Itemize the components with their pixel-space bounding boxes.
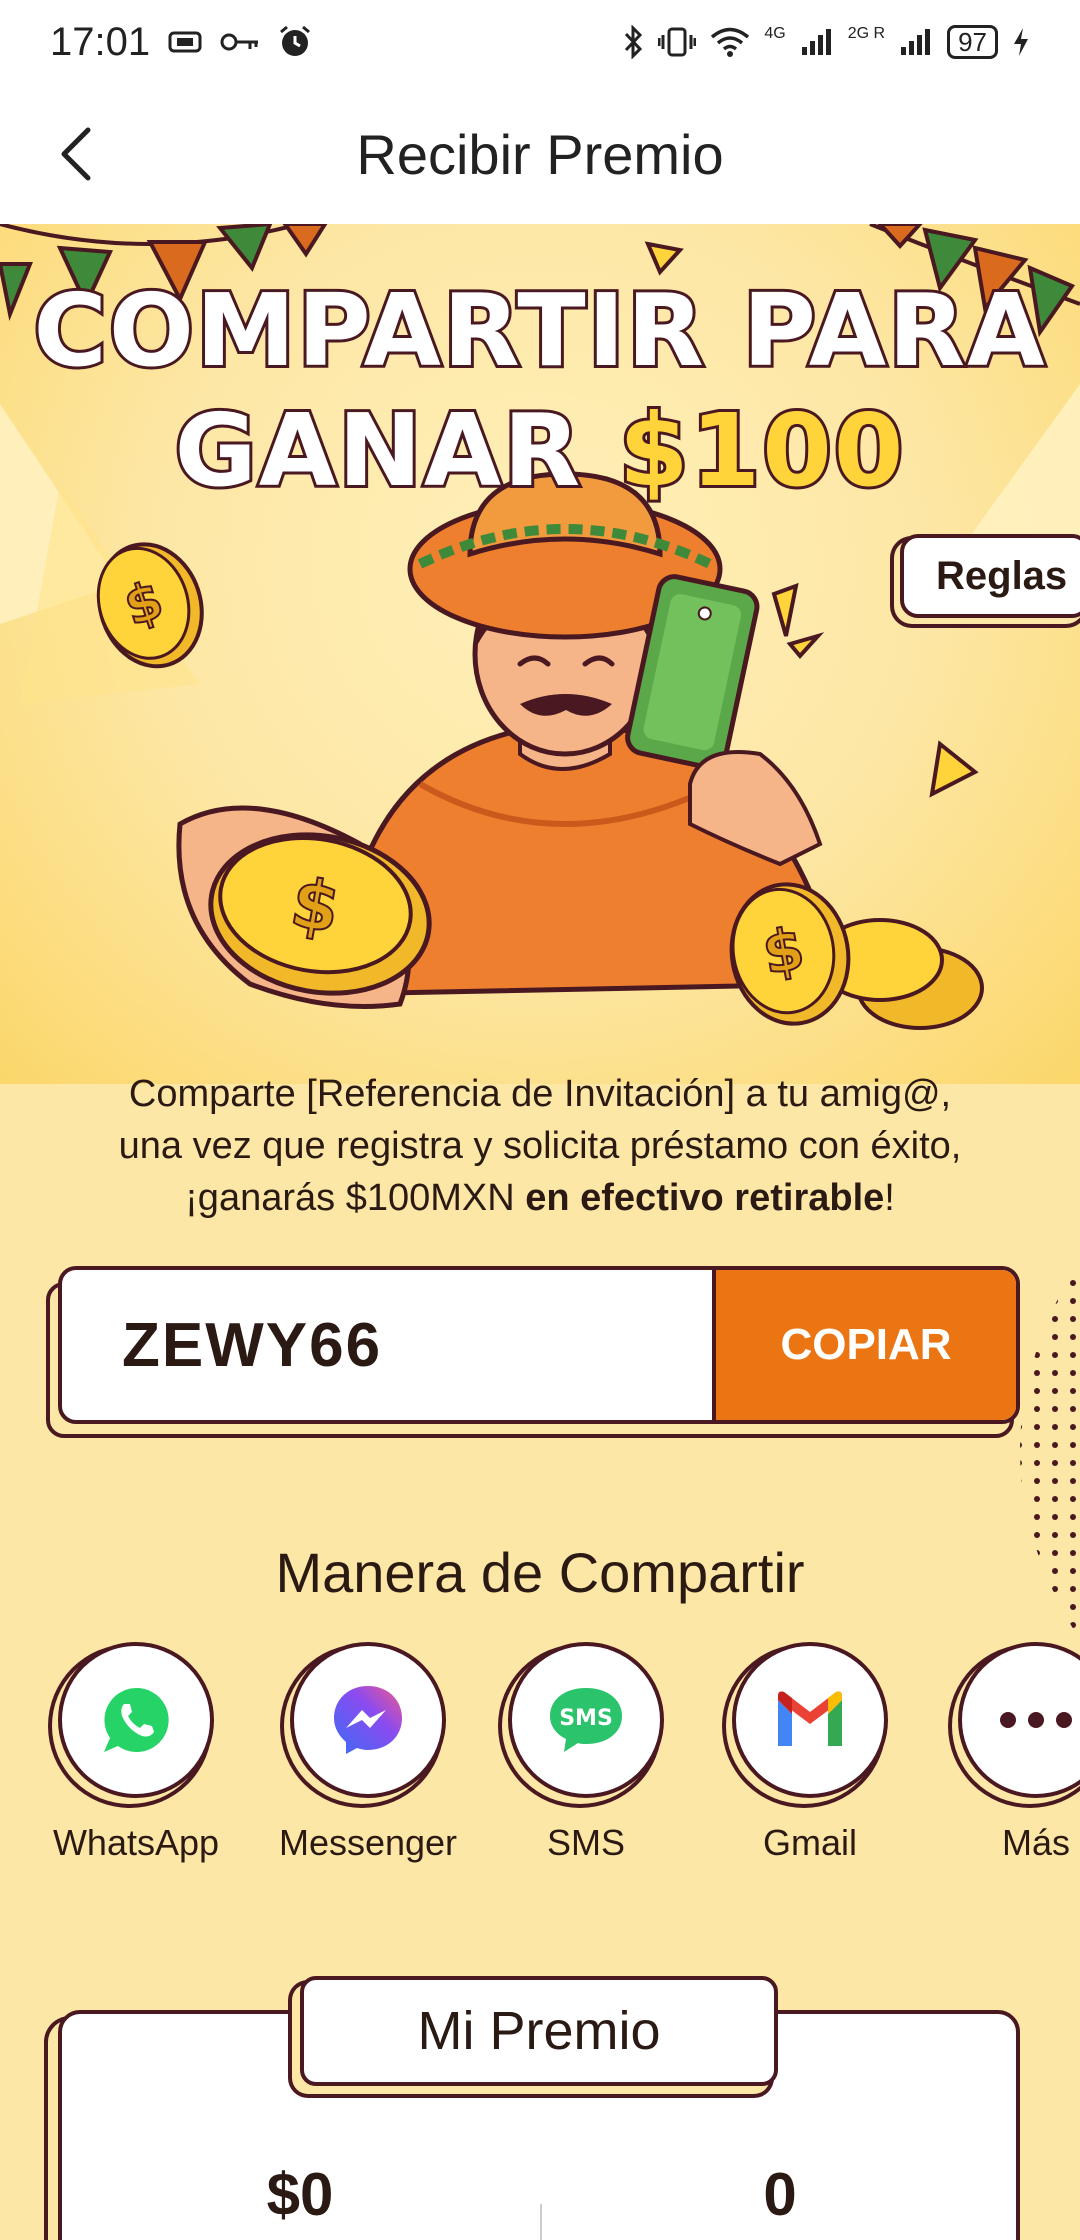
svg-text:SMS: SMS (559, 1706, 613, 1731)
hero-title-prefix: GANAR (172, 389, 584, 512)
share-sms-button[interactable]: SMS SMS (476, 1642, 696, 1864)
share-gmail-button[interactable]: Gmail (700, 1642, 920, 1864)
description-line2: una vez que registra y solicita préstamo… (118, 1125, 962, 1167)
rules-button[interactable]: Reglas (900, 534, 1080, 618)
prize-title: Mi Premio (300, 1976, 778, 2086)
sim-card-icon (168, 31, 202, 53)
chevron-left-icon (61, 127, 91, 181)
wifi-icon (711, 27, 750, 57)
status-bar: 17:01 4G 2G R 97 (0, 0, 1080, 84)
more-icon (1000, 1712, 1072, 1728)
gmail-icon (778, 1691, 842, 1746)
page-title: Recibir Premio (356, 122, 724, 186)
status-time: 17:01 (50, 19, 151, 64)
referral-code: ZEWY66 (122, 1310, 383, 1380)
share-more-button[interactable]: Más (926, 1642, 1080, 1864)
copy-button[interactable]: COPIAR (712, 1270, 1016, 1420)
share-label: Más (1001, 1822, 1070, 1863)
battery-indicator: 97 (947, 25, 998, 59)
whatsapp-icon (104, 1687, 169, 1752)
hero-title-amount: $100 (616, 389, 906, 512)
network-2g-label: 2G R (847, 25, 886, 42)
alarm-icon (280, 25, 311, 56)
description-line1: Comparte [Referencia de Invitación] a tu… (128, 1073, 952, 1115)
description-line3-bold: en efectivo retirable (525, 1177, 885, 1219)
vibrate-icon (658, 27, 697, 57)
description-line3: ¡ganarás $100MXN en efectivo retirable! (60, 1172, 1020, 1224)
network-4g-label: 4G (764, 25, 786, 42)
referral-code-box: ZEWY66 COPIAR (58, 1266, 1020, 1424)
prize-amount: $0 (266, 2161, 334, 2228)
share-messenger-button[interactable]: Messenger (258, 1642, 478, 1864)
messenger-icon (334, 1686, 402, 1754)
hero-banner: $ $ $ COMPARTIR PARA GANAR $100 Reglas (0, 224, 1080, 1084)
signal-icon (801, 29, 831, 55)
signal-icon-2 (901, 29, 931, 55)
share-label: WhatsApp (52, 1822, 220, 1863)
key-icon (220, 33, 259, 51)
share-section-title: Manera de Compartir (275, 1541, 805, 1604)
share-whatsapp-button[interactable]: WhatsApp (26, 1642, 246, 1864)
description-text: Comparte [Referencia de Invitación] a tu… (60, 1068, 1020, 1224)
sms-icon: SMS (550, 1688, 622, 1752)
back-button[interactable] (40, 118, 112, 190)
share-options: WhatsApp Messenger SMS SMS Gmail Más (0, 1642, 1080, 1882)
hero-title-line2: GANAR $100 (0, 389, 1080, 512)
bluetooth-icon (625, 25, 643, 59)
prize-divider (540, 2204, 542, 2240)
share-label: Messenger (278, 1822, 458, 1863)
description-line3-suffix: ! (884, 1177, 895, 1219)
charging-icon (1014, 28, 1028, 56)
prize-count: 0 (763, 2161, 797, 2228)
hero-title-line1: COMPARTIR PARA (30, 269, 1047, 392)
app-header: Recibir Premio (0, 84, 1080, 224)
description-line3-prefix: ¡ganarás $100MXN (185, 1177, 515, 1219)
share-label: SMS (546, 1822, 625, 1863)
share-label: Gmail (762, 1822, 857, 1863)
